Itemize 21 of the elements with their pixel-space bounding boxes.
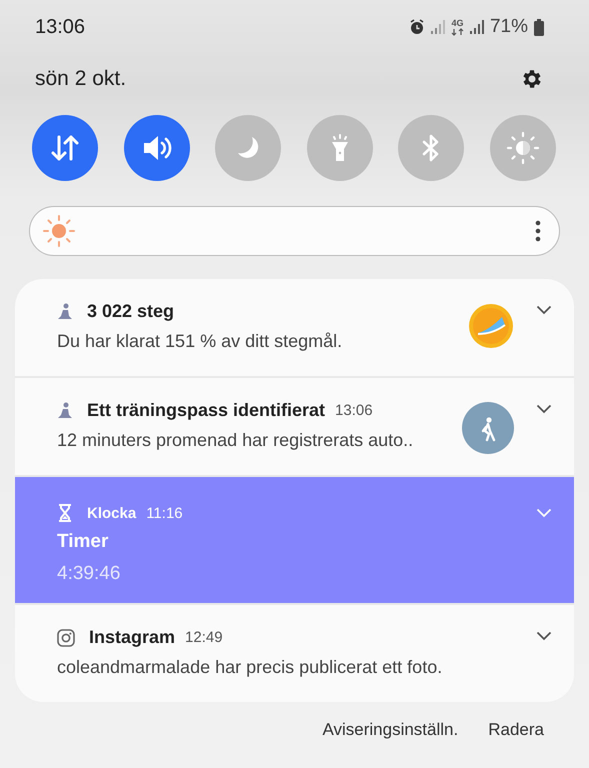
notification[interactable]: Instagram 12:49 coleandmarmalade har precis publicerat ett foto. (15, 605, 574, 702)
network-type: 4G (451, 18, 464, 28)
notification-time: 12:49 (185, 629, 223, 646)
notification-header: Ett träningspass identifierat (87, 400, 326, 421)
notification[interactable]: Ett träningspass identifierat 13:06 12 minuters promenad har registrerats auto.. (15, 378, 574, 475)
notification-header: Instagram (89, 627, 176, 648)
notification-header: 3 022 steg (87, 301, 174, 322)
notification-text: 12 minuters promenad har registrerats auto.. (57, 430, 414, 451)
notification-time: 13:06 (335, 402, 373, 419)
notification-text: Du har klarat 151 % av ditt stegmål. (57, 331, 344, 352)
notification-text: coleandmarmalade har precis publicerat ett foto. (57, 657, 444, 678)
footer-button[interactable]: Aviseringsinställn. (322, 716, 458, 744)
notification-text: 4:39:46 (57, 563, 122, 585)
notification-title: Timer (57, 531, 110, 553)
notification-time: 11:16 (146, 504, 183, 522)
notification[interactable]: 3 022 steg Du har klarat 151 % av ditt stegmål. (15, 279, 574, 376)
footer-button[interactable]: Radera (488, 716, 544, 744)
notification-header: Klocka (87, 504, 136, 522)
battery-percent: 71% (490, 16, 528, 38)
status-time: 13:06 (35, 16, 86, 38)
date-label: sön 2 okt. (35, 67, 126, 91)
